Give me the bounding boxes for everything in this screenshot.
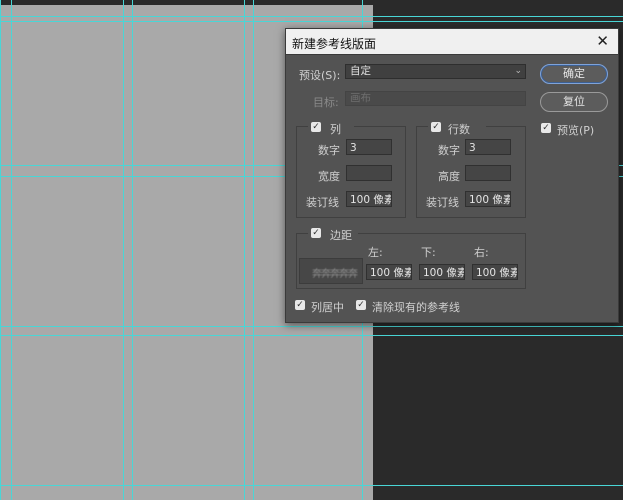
target-label: 目标: — [313, 96, 339, 109]
columns-width-input[interactable] — [346, 165, 392, 181]
dialog-titlebar[interactable]: 新建参考线版面 ✕ — [286, 29, 618, 55]
dialog-title: 新建参考线版面 — [292, 37, 377, 51]
guide-vertical[interactable] — [11, 0, 12, 500]
rows-height-label: 高度 — [438, 170, 460, 183]
rows-label: 行数 — [448, 123, 470, 136]
columns-number-input[interactable]: 3 — [346, 139, 392, 155]
margin-right-label: 右: — [474, 246, 489, 259]
columns-width-label: 宽度 — [318, 170, 340, 183]
margin-bottom-label: 下: — [421, 246, 436, 259]
target-select: 画布 — [345, 91, 526, 106]
columns-header: ✓ 列 — [308, 119, 354, 136]
margin-left-input[interactable]: 100 像素 — [366, 264, 412, 280]
margin-preview: 奔奔奔奔奔 — [299, 258, 363, 284]
margin-checkbox[interactable]: ✓ — [311, 228, 321, 238]
rows-height-input[interactable] — [465, 165, 511, 181]
rows-checkbox[interactable]: ✓ — [431, 122, 441, 132]
center-columns-checkbox[interactable]: ✓ — [295, 300, 305, 310]
guide-horizontal[interactable] — [0, 485, 623, 486]
rows-number-label: 数字 — [438, 144, 460, 157]
guide-vertical[interactable] — [253, 0, 254, 500]
rows-header: ✓ 行数 — [428, 119, 486, 136]
columns-number-label: 数字 — [318, 144, 340, 157]
margin-preview-text: 奔奔奔奔奔 — [312, 269, 358, 280]
columns-gutter-input[interactable]: 100 像素 — [346, 191, 392, 207]
center-columns-label: 列居中 — [311, 301, 344, 314]
preset-select[interactable]: 自定 ⌄ — [345, 64, 526, 79]
guide-vertical[interactable] — [123, 0, 124, 500]
reset-button[interactable]: 复位 — [540, 92, 608, 112]
margin-left-label: 左: — [368, 246, 383, 259]
guide-vertical[interactable] — [132, 0, 133, 500]
rows-gutter-label: 装订线 — [426, 196, 459, 209]
new-guide-layout-dialog: 新建参考线版面 ✕ 预设(S): 自定 ⌄ 目标: 画布 确定 复位 ✓ 预览(… — [285, 28, 619, 323]
guide-vertical[interactable] — [0, 0, 1, 500]
preview-checkbox[interactable]: ✓ — [541, 123, 551, 133]
rows-gutter-input[interactable]: 100 像素 — [465, 191, 511, 207]
guide-horizontal[interactable] — [0, 335, 623, 336]
clear-guides-checkbox[interactable]: ✓ — [356, 300, 366, 310]
preset-label: 预设(S): — [299, 69, 341, 82]
margin-right-input[interactable]: 100 像素 — [472, 264, 518, 280]
ok-button[interactable]: 确定 — [540, 64, 608, 84]
target-value: 画布 — [350, 92, 371, 104]
margin-label: 边距 — [330, 229, 352, 242]
guide-horizontal[interactable] — [0, 326, 623, 327]
columns-label: 列 — [330, 123, 341, 136]
close-icon[interactable]: ✕ — [596, 32, 609, 50]
columns-checkbox[interactable]: ✓ — [311, 122, 321, 132]
preview-label: 预览(P) — [557, 124, 595, 137]
margin-header: ✓ 边距 — [308, 225, 358, 242]
guide-horizontal[interactable] — [0, 21, 623, 22]
chevron-down-icon: ⌄ — [514, 66, 522, 76]
preset-value: 自定 — [350, 65, 371, 77]
margin-bottom-input[interactable]: 100 像素 — [419, 264, 465, 280]
guide-vertical[interactable] — [244, 0, 245, 500]
clear-guides-label: 清除现有的参考线 — [372, 301, 460, 314]
guide-horizontal[interactable] — [0, 16, 623, 17]
rows-number-input[interactable]: 3 — [465, 139, 511, 155]
columns-gutter-label: 装订线 — [306, 196, 339, 209]
